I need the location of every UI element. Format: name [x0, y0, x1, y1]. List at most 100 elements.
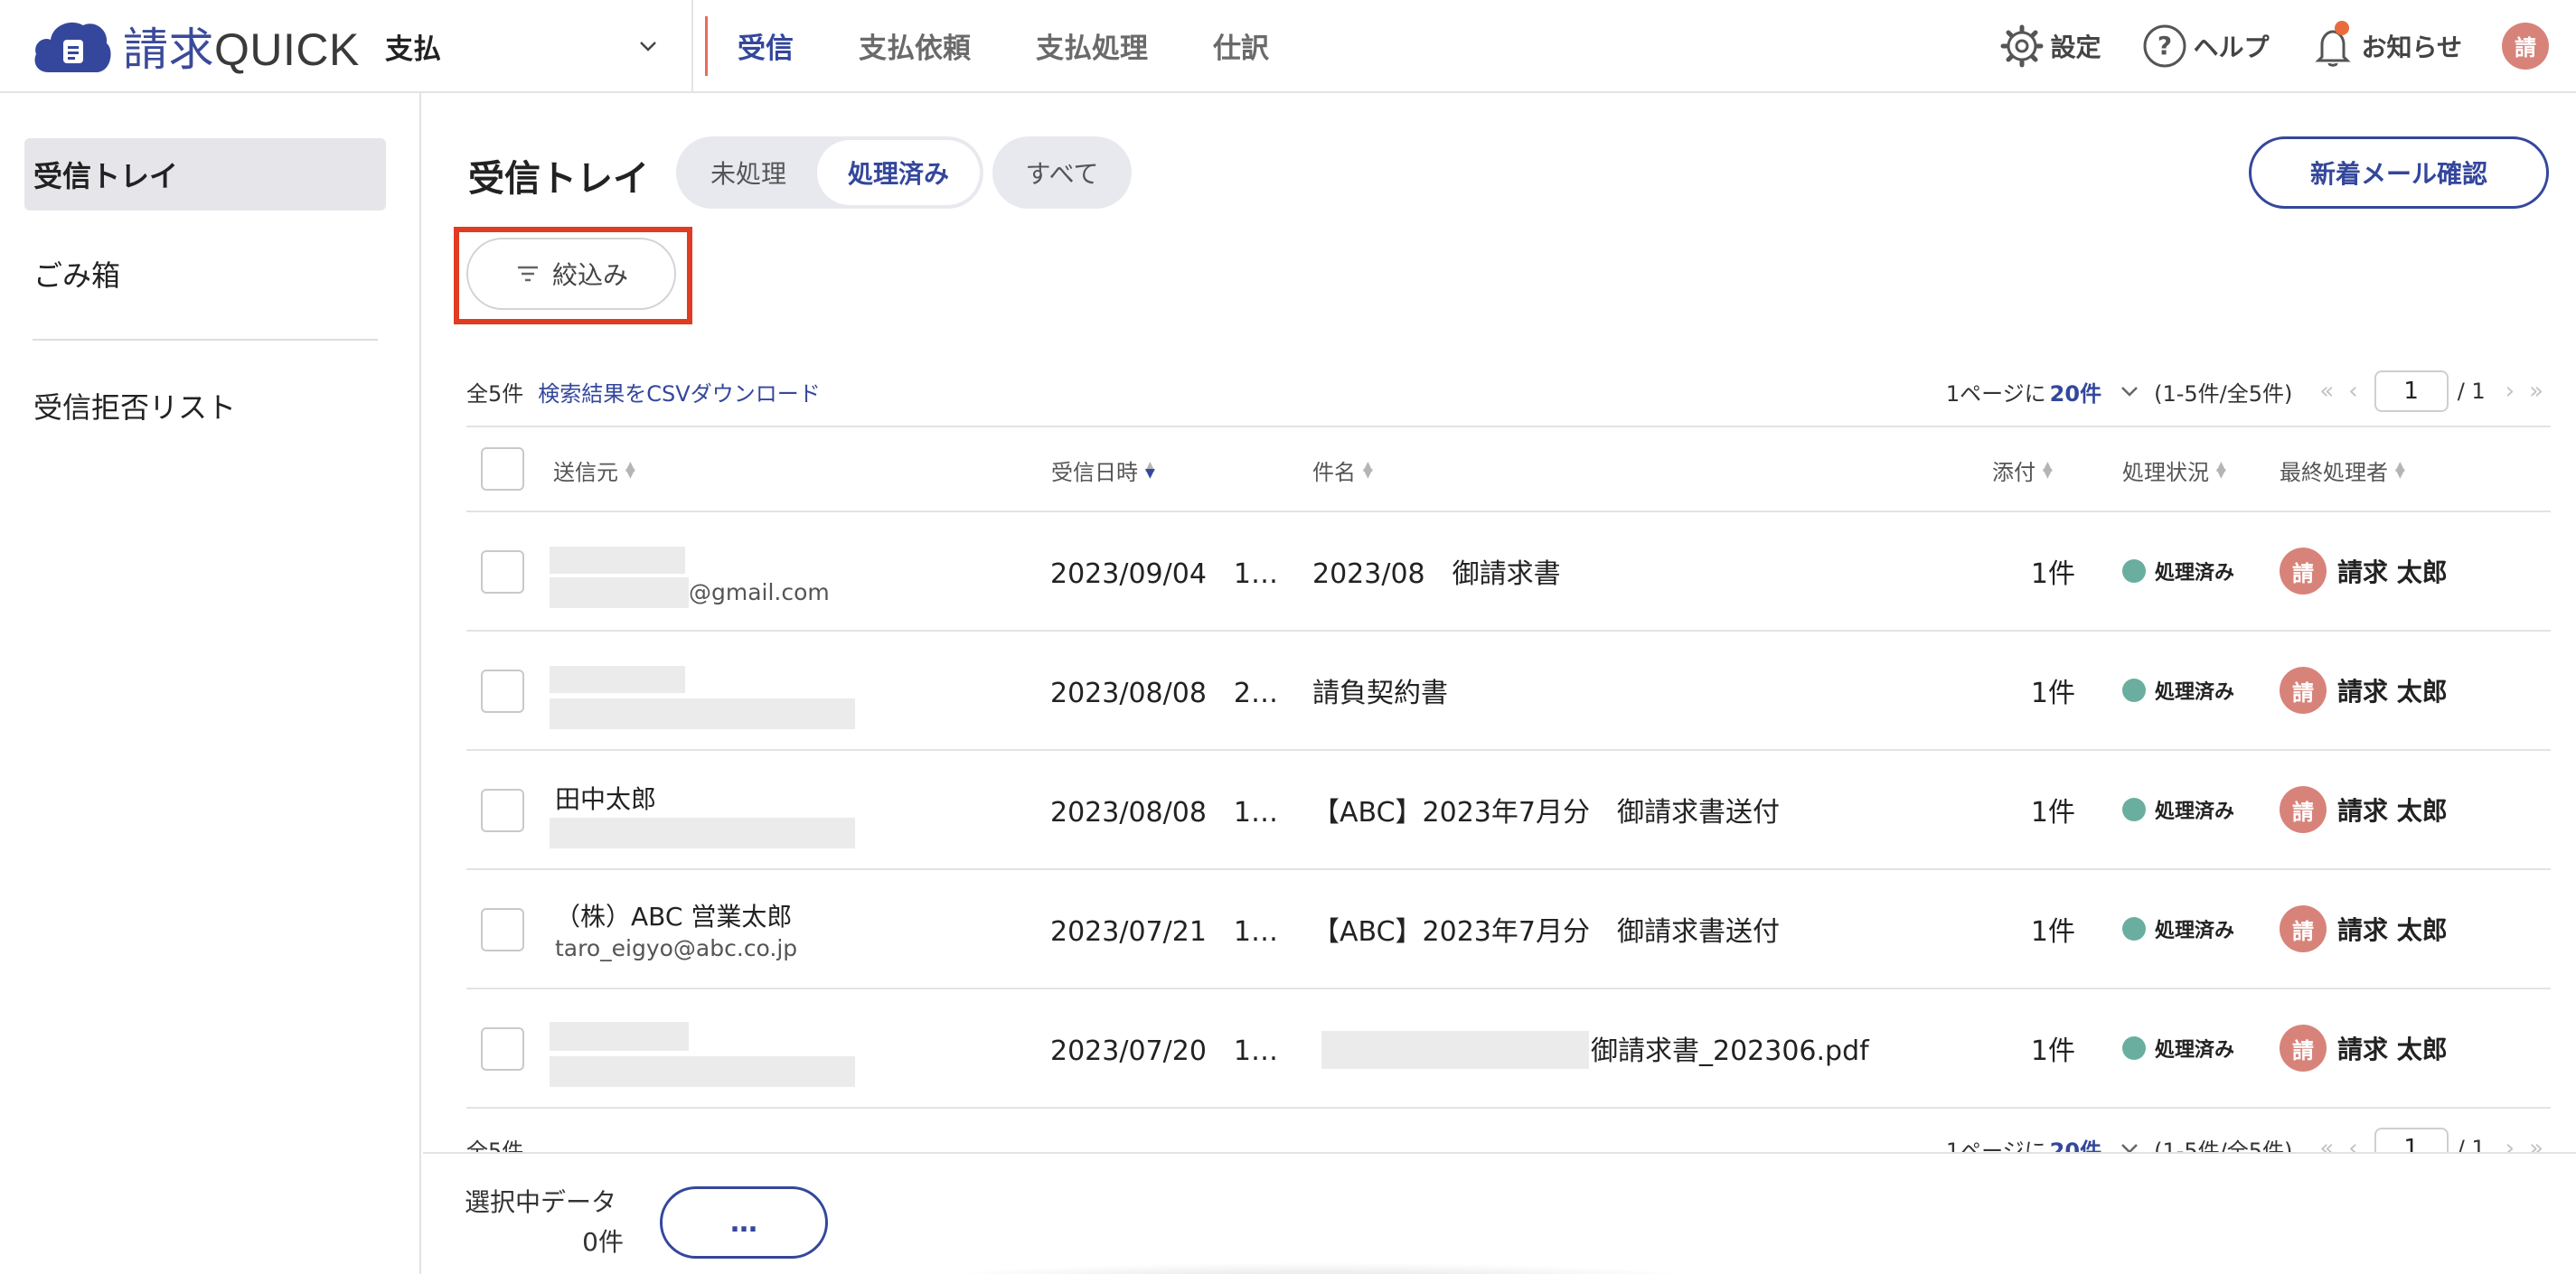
bell-icon	[2314, 29, 2351, 67]
filter-button[interactable]: 絞込み	[466, 238, 676, 310]
per-page-label: 1ページに	[1945, 380, 2046, 407]
tab-journal[interactable]: 仕訳	[1180, 0, 1302, 91]
avatar: 請	[2280, 1025, 2327, 1072]
tab-payment-processing[interactable]: 支払処理	[1003, 0, 1180, 91]
prev-page-icon[interactable]: ‹	[2348, 378, 2357, 405]
status-label: 処理済み	[2155, 801, 2235, 823]
redacted-sender-name	[550, 547, 685, 574]
chevron-down-icon[interactable]	[2120, 381, 2139, 401]
help-button[interactable]: ? ヘルプ	[2141, 23, 2270, 70]
logo-text: 請求QUICK	[123, 24, 360, 75]
row-checkbox[interactable]	[481, 670, 524, 713]
status-dot-icon	[2122, 917, 2146, 941]
avatar: 請	[2280, 548, 2327, 595]
csv-download-link[interactable]: 検索結果をCSVダウンロード	[538, 376, 820, 407]
redacted-sender-name	[550, 666, 685, 693]
user-avatar[interactable]: 請	[2502, 22, 2549, 70]
segment-processed[interactable]: 処理済み	[817, 140, 981, 205]
status-label: 処理済み	[2155, 920, 2235, 942]
page-range: (1-5件/全5件)	[2154, 380, 2293, 407]
column-attachments[interactable]: 添付 ▲ ▼	[1992, 427, 2053, 512]
notifications-button[interactable]: お知らせ	[2309, 20, 2462, 70]
status-dot-icon	[2122, 1036, 2146, 1060]
sort-desc-icon: ▲ ▼	[1145, 459, 1155, 481]
processor-name: 請求 太郎	[2337, 557, 2448, 587]
redacted-sender-name	[550, 1022, 689, 1051]
subject: 【ABC】2023年7月分 御請求書送付	[1312, 916, 1780, 948]
sort-icon: ▲ ▼	[2395, 459, 2405, 481]
total-pages: / 1	[2457, 379, 2486, 404]
last-processor: 請請求 太郎	[2280, 751, 2448, 868]
tab-receive[interactable]: 受信	[705, 0, 826, 91]
more-actions-button[interactable]: …	[660, 1186, 828, 1259]
sort-icon: ▲ ▼	[2043, 459, 2053, 481]
first-page-icon[interactable]: «	[2319, 378, 2334, 405]
avatar: 請	[2280, 905, 2327, 952]
main-nav: 受信 支払依頼 支払処理 仕訳	[705, 0, 1302, 91]
column-attachments-label: 添付	[1992, 459, 2035, 485]
column-subject[interactable]: 件名 ▲ ▼	[1312, 427, 1373, 512]
table-row[interactable]: 2023/08/08 2… 請負契約書 1件 処理済み 請請求 太郎	[466, 632, 2551, 751]
app-logo[interactable]: 請求QUICK	[31, 16, 360, 76]
sidebar: 受信トレイ ごみ箱 受信拒否リスト	[0, 93, 421, 1274]
last-page-icon[interactable]: »	[2529, 378, 2543, 405]
page-title: 受信トレイ	[468, 158, 649, 200]
segment-unprocessed[interactable]: 未処理	[680, 140, 817, 205]
last-processor: 請請求 太郎	[2280, 989, 2448, 1107]
column-received[interactable]: 受信日時 ▲ ▼	[1051, 427, 1155, 512]
status-badge: 処理済み	[2122, 751, 2234, 868]
svg-text:?: ?	[2157, 31, 2171, 61]
sidebar-item-inbox[interactable]: 受信トレイ	[24, 138, 386, 211]
filter-label: 絞込み	[551, 260, 628, 290]
last-processor: 請請求 太郎	[2280, 632, 2448, 749]
header-actions: 設定 ? ヘルプ お知らせ 請	[1959, 0, 2549, 91]
table-row[interactable]: @gmail.com 2023/09/04 1… 2023/08 御請求書 1件…	[466, 512, 2551, 632]
page-number-input[interactable]	[2374, 370, 2449, 412]
sender-email: @gmail.com	[689, 579, 830, 605]
column-last-processor-label: 最終処理者	[2280, 459, 2388, 485]
settings-button[interactable]: 設定	[1998, 23, 2101, 70]
main-content: 受信トレイ 未処理 処理済み すべて 新着メール確認 絞込み 全5件 検索結果を…	[423, 93, 2576, 1274]
received-date: 2023/07/21 1…	[1050, 916, 1278, 948]
header-divider	[691, 0, 693, 91]
segment-all[interactable]: すべて	[992, 136, 1132, 209]
pagination: 1ページに 20件 (1-5件/全5件) « ‹ / 1 › »	[1946, 364, 2551, 418]
subject: 御請求書_202306.pdf	[1591, 1035, 1869, 1067]
tab-payment-request[interactable]: 支払依頼	[826, 0, 1003, 91]
per-page-select[interactable]: 20件	[2050, 376, 2101, 407]
column-status[interactable]: 処理状況 ▲ ▼	[2122, 427, 2226, 512]
column-last-processor[interactable]: 最終処理者 ▲ ▼	[2280, 427, 2405, 512]
row-checkbox[interactable]	[481, 1027, 524, 1071]
top-header: 請求QUICK 支払 受信 支払依頼 支払処理 仕訳 設定 ? ヘルプ お知らせ…	[0, 0, 2576, 93]
status-label: 処理済み	[2155, 1039, 2235, 1062]
row-checkbox[interactable]	[481, 908, 524, 951]
redacted-subject-prefix	[1321, 1031, 1589, 1069]
attachment-count: 1件	[2030, 558, 2075, 590]
status-badge: 処理済み	[2122, 989, 2234, 1107]
sender-email: taro_eigyo@abc.co.jp	[555, 935, 798, 961]
org-select[interactable]: 支払	[385, 22, 658, 70]
table-row[interactable]: （株）ABC 営業太郎 taro_eigyo@abc.co.jp 2023/07…	[466, 870, 2551, 989]
attachment-count: 1件	[2030, 678, 2075, 709]
filter-icon	[517, 266, 538, 282]
table-row[interactable]: 田中太郎 2023/08/08 1… 【ABC】2023年7月分 御請求書送付 …	[466, 751, 2551, 870]
sidebar-item-blocklist[interactable]: 受信拒否リスト	[24, 370, 386, 442]
settings-label: 設定	[2050, 32, 2101, 62]
table-row[interactable]: 2023/07/20 1… 御請求書_202306.pdf 1件 処理済み 請請…	[466, 989, 2551, 1109]
status-badge: 処理済み	[2122, 870, 2234, 988]
column-sender[interactable]: 送信元 ▲ ▼	[553, 427, 635, 512]
check-new-mail-button[interactable]: 新着メール確認	[2249, 136, 2549, 209]
select-all-checkbox[interactable]	[481, 447, 524, 491]
row-checkbox[interactable]	[481, 789, 524, 832]
redacted-sender-email	[550, 577, 689, 608]
received-date: 2023/08/08 2…	[1050, 678, 1278, 709]
next-page-icon[interactable]: ›	[2505, 378, 2515, 405]
notification-badge	[2334, 20, 2349, 35]
redacted-sender-email	[550, 1056, 855, 1087]
sidebar-item-trash[interactable]: ごみ箱	[24, 238, 386, 310]
received-date: 2023/08/08 1…	[1050, 797, 1278, 829]
row-checkbox[interactable]	[481, 550, 524, 594]
status-label: 処理済み	[2155, 562, 2235, 585]
selected-data-count: 0件	[582, 1227, 624, 1257]
sidebar-divider	[33, 339, 378, 341]
